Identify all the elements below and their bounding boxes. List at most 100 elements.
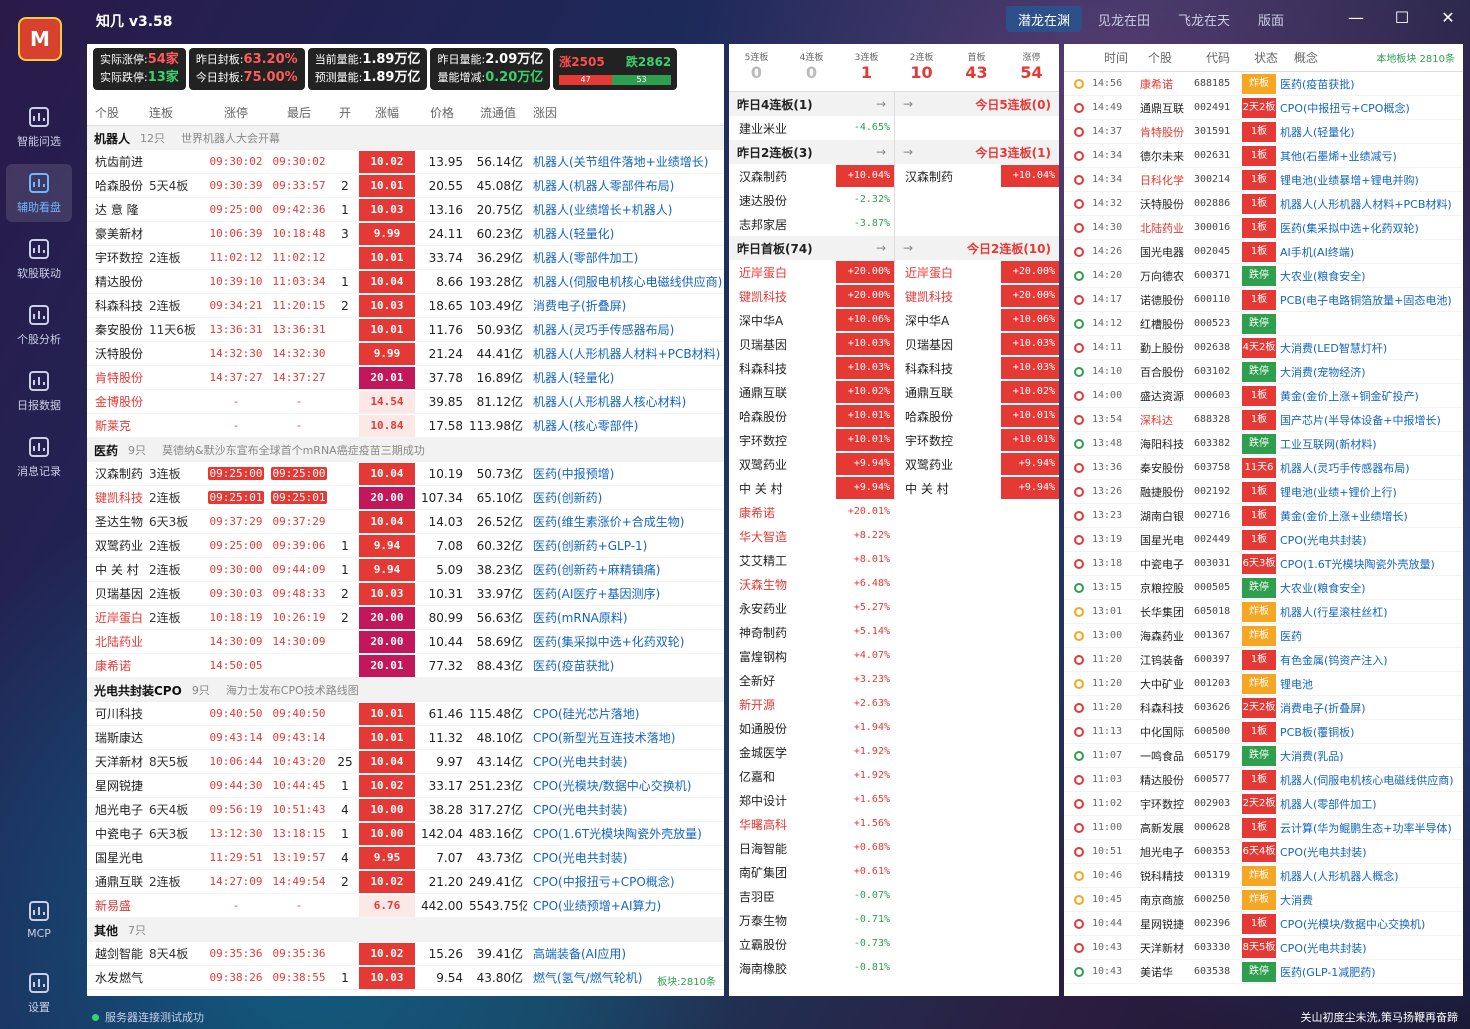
feed-col-header[interactable]: 状态	[1254, 49, 1288, 66]
stock-name[interactable]: 德尔未来	[1136, 148, 1194, 164]
stock-name[interactable]: 旭光电子	[1136, 844, 1194, 860]
ladder-section-header[interactable]: 今日5连板(0) →	[895, 92, 1059, 116]
table-row[interactable]: 国星光电 11:29:51 13:19:57 4 9.95 7.07 43.73亿 CPO(光…	[87, 846, 724, 870]
stock-name[interactable]: 盛达资源	[1136, 388, 1194, 404]
table-row[interactable]: 汉森制药 3连板 09:25:00 09:25:00 10.04 10.19 50.73亿医…	[87, 462, 724, 486]
stock-name[interactable]: 斯莱克	[87, 417, 149, 434]
table-row[interactable]: 中瓷电子 6天3板 13:12:30 13:18:15 1 10.00 142.04 483.…	[87, 822, 724, 846]
feed-row[interactable]: 10:45 南京商旅 600250 炸板 大消费	[1064, 888, 1463, 912]
ladder-row[interactable]: 速达股份 -2.32%	[729, 188, 894, 212]
table-row[interactable]: 瑞斯康达 09:43:14 09:43:14 10.01 11.32 48.10亿 CPO(…	[87, 726, 724, 750]
stock-name[interactable]: 北陆药业	[1136, 220, 1194, 236]
table-row[interactable]: 中 关 村 2连板 09:30:00 09:44:09 1 9.94 5.09 38.23亿医…	[87, 558, 724, 582]
feed-row[interactable]: 11:07 一鸣食品 605179 跌停 大消费(乳品)	[1064, 744, 1463, 768]
feed-row[interactable]: 14:56 康希诺 688185 炸板 医药(疫苗获批)	[1064, 72, 1463, 96]
stock-name[interactable]: 新易盛	[87, 897, 149, 914]
ladder-row[interactable]: 神奇制药 +5.14%	[729, 620, 894, 644]
stock-name[interactable]: 海阳科技	[1136, 436, 1194, 452]
tab-3[interactable]: 版面	[1246, 6, 1296, 32]
stock-name[interactable]: 北陆药业	[87, 633, 149, 650]
table-row[interactable]: 精达股份 10:39:10 11:03:34 1 10.04 8.66 193.28亿 机器人…	[87, 270, 724, 294]
nav-item-6[interactable]: MCP	[6, 890, 72, 948]
stock-name[interactable]: 京粮控股	[1136, 580, 1194, 596]
stock-name[interactable]: 天洋新材	[87, 753, 149, 770]
stock-name[interactable]: 中化国际	[1136, 724, 1194, 740]
stock-name[interactable]: 沃特股份	[87, 345, 149, 362]
feed-col-header[interactable]: 概念	[1288, 49, 1376, 66]
table-row[interactable]: 康希诺 14:50:05 20.01 77.32 88.43亿 医药(疫苗获批)	[87, 654, 724, 678]
table-row[interactable]: 豪美新材 10:06:39 10:18:48 3 9.99 24.11 60.23亿 机器人(…	[87, 222, 724, 246]
col-header[interactable]: 开	[331, 104, 359, 121]
table-row[interactable]: 沃特股份 14:32:30 14:32:30 9.99 21.24 44.41亿 机器人(人…	[87, 342, 724, 366]
ladder-row[interactable]: 中 关 村 +9.94%	[895, 476, 1059, 500]
feed-row[interactable]: 11:13 中化国际 600500 1板 PCB板(覆铜板)	[1064, 720, 1463, 744]
ladder-row[interactable]: 键凯科技 +20.00%	[729, 284, 894, 308]
stock-name[interactable]: 瑞斯康达	[87, 729, 149, 746]
table-row[interactable]: 可川科技 09:40:50 09:40:50 10.01 61.46 115.48亿 CPO…	[87, 702, 724, 726]
stock-name[interactable]: 国光电器	[1136, 244, 1194, 260]
stock-name[interactable]: 越剑智能	[87, 945, 149, 962]
stock-name[interactable]: 诺德股份	[1136, 292, 1194, 308]
feed-row[interactable]: 13:26 融捷股份 002192 1板 锂电池(业绩+锂价上行)	[1064, 480, 1463, 504]
stock-name[interactable]: 国星光电	[87, 849, 149, 866]
nav-item-2[interactable]: 软股联动	[6, 230, 72, 288]
ladder-row[interactable]: 万泰生物 -0.71%	[729, 908, 894, 932]
feed-row[interactable]: 13:19 国星光电 002449 1板 CPO(光电共封装)	[1064, 528, 1463, 552]
stock-name[interactable]: 勤上股份	[1136, 340, 1194, 356]
feed-row[interactable]: 11:20 江钨装备 600397 1板 有色金属(钨资产注入)	[1064, 648, 1463, 672]
stock-name[interactable]: 长华集团	[1136, 604, 1194, 620]
stock-name[interactable]: 国星光电	[1136, 532, 1194, 548]
ladder-row[interactable]: 双鹭药业 +9.94%	[729, 452, 894, 476]
ladder-row[interactable]: 哈森股份 +10.01%	[895, 404, 1059, 428]
ladder-row[interactable]: 志邦家居 -3.87%	[729, 212, 894, 236]
stock-name[interactable]: 康希诺	[1136, 76, 1194, 92]
stock-name[interactable]: 万向德农	[1136, 268, 1194, 284]
stock-name[interactable]: 可川科技	[87, 705, 149, 722]
stock-name[interactable]: 中瓷电子	[87, 825, 149, 842]
ladder-section-header[interactable]: 昨日4连板(1) →	[729, 92, 894, 116]
feed-col-header[interactable]: 个股	[1148, 49, 1206, 66]
feed-col-header[interactable]: 代码	[1206, 49, 1254, 66]
stock-name[interactable]: 哈森股份	[87, 177, 149, 194]
ladder-row[interactable]: 建业米业 -4.65%	[729, 116, 894, 140]
stock-name[interactable]: 秦安股份	[1136, 460, 1194, 476]
group-header[interactable]: 其他 7只	[87, 918, 724, 942]
ladder-row[interactable]: 日海智能 +0.68%	[729, 836, 894, 860]
table-row[interactable]: 通鼎互联 2连板 14:27:09 14:49:54 2 10.02 21.20 249.41…	[87, 870, 724, 894]
stock-name[interactable]: 水发燃气	[87, 969, 149, 986]
ladder-row[interactable]: 宇环数控 +10.01%	[729, 428, 894, 452]
col-header[interactable]: 涨因	[527, 104, 724, 121]
stock-name[interactable]: 宇环数控	[1136, 796, 1194, 812]
feed-row[interactable]: 14:17 诺德股份 600110 1板 PCB(电子电路铜箔放量+固态电池)	[1064, 288, 1463, 312]
stock-name[interactable]: 达 意 隆	[87, 201, 149, 218]
stock-name[interactable]: 圣达生物	[87, 513, 149, 530]
feed-row[interactable]: 14:12 红槽股份 000523 跌停	[1064, 312, 1463, 336]
table-row[interactable]: 新易盛 - - 6.76 442.00 5543.75亿 CPO(业绩预增+AI算力)	[87, 894, 724, 918]
feed-row[interactable]: 13:48 海阳科技 603382 跌停 工业互联网(新材料)	[1064, 432, 1463, 456]
close-icon[interactable]: ✕	[1436, 8, 1460, 27]
ladder-row[interactable]: 哈森股份 +10.01%	[729, 404, 894, 428]
stock-name[interactable]: 中 关 村	[87, 561, 149, 578]
table-row[interactable]: 圣达生物 6天3板 09:37:29 09:37:29 10.04 14.03 26.52亿…	[87, 510, 724, 534]
feed-row[interactable]: 13:23 湖南白银 002716 1板 黄金(金价上涨+业绩增长)	[1064, 504, 1463, 528]
table-row[interactable]: 水发燃气 09:38:26 09:38:55 1 10.03 9.54 43.80亿 燃气(氢…	[87, 966, 724, 990]
stock-name[interactable]: 锐科精技	[1136, 868, 1194, 884]
stock-name[interactable]: 大中矿业	[1136, 676, 1194, 692]
stock-name[interactable]: 红槽股份	[1136, 316, 1194, 332]
col-header[interactable]: 连板	[149, 104, 205, 121]
nav-item-1[interactable]: 辅助看盘	[6, 164, 72, 222]
stock-name[interactable]: 星网锐捷	[87, 777, 149, 794]
table-row[interactable]: 科森科技 2连板 09:34:21 11:20:15 2 10.03 18.65 103.49…	[87, 294, 724, 318]
stock-name[interactable]: 贝瑞基因	[87, 585, 149, 602]
col-header[interactable]: 流通值	[469, 104, 527, 121]
feed-row[interactable]: 13:00 海森药业 001367 炸板 医药	[1064, 624, 1463, 648]
ladder-row[interactable]: 中 关 村 +9.94%	[729, 476, 894, 500]
stock-name[interactable]: 美诺华	[1136, 964, 1194, 980]
tab-1[interactable]: 见龙在田	[1086, 6, 1162, 32]
stock-name[interactable]: 豪美新材	[87, 225, 149, 242]
feed-row[interactable]: 14:49 通鼎互联 002491 2天2板 CPO(中报扭亏+CPO概念)	[1064, 96, 1463, 120]
ladder-row[interactable]: 深中华A +10.06%	[895, 308, 1059, 332]
ladder-row[interactable]: 汉森制药 +10.04%	[895, 164, 1059, 188]
ladder-row[interactable]: 康希诺 +20.01%	[729, 500, 894, 524]
stock-name[interactable]: 键凯科技	[87, 489, 149, 506]
